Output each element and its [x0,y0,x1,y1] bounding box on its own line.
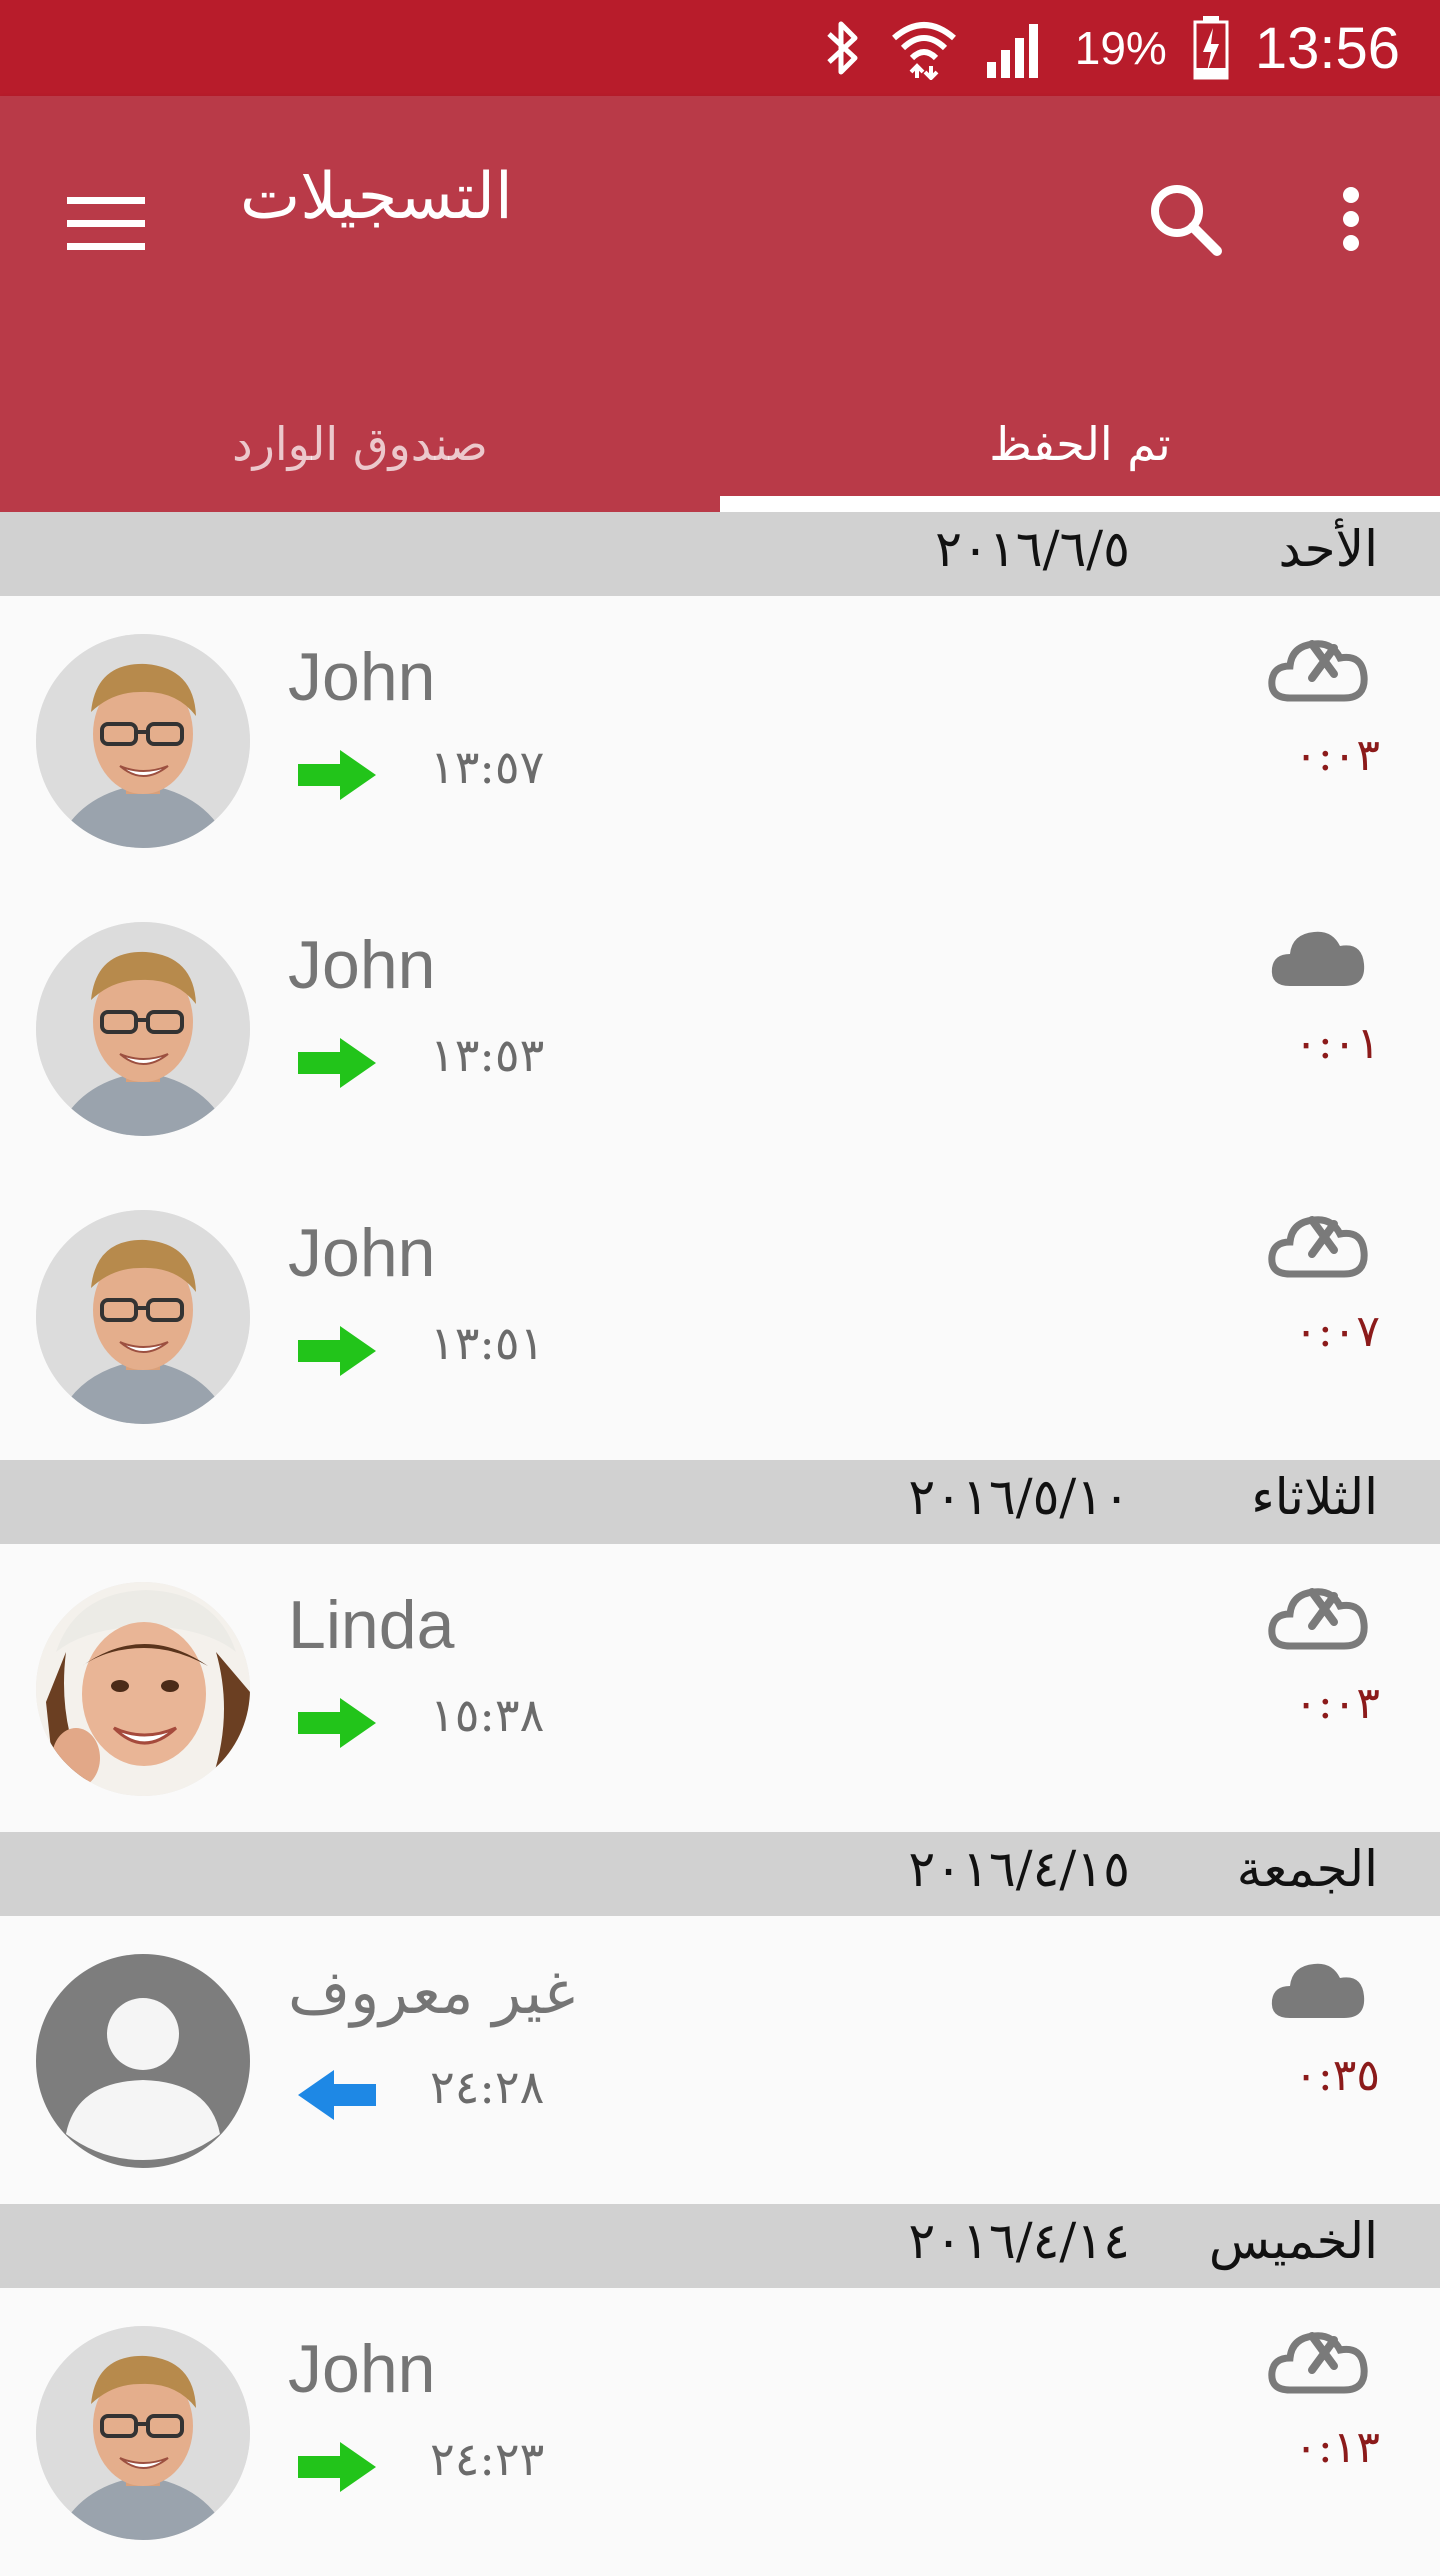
avatar[interactable] [36,634,250,848]
cloud-sync-button[interactable] [1268,634,1368,704]
recording-row[interactable]: John ١٣:٥٣ ٠:٠١ [0,884,1440,1172]
call-time: ١٣:٥١ [430,1316,545,1370]
recording-row[interactable]: غير معروف ٢٤:٢٨ ٠:٣٥ [0,1916,1440,2204]
clock: 13:56 [1254,15,1400,81]
contact-name: John [288,639,436,715]
contact-name: غير معروف [288,1958,576,2028]
cloud-synced-icon [1271,931,1365,986]
page-title: التسجيلات [240,160,513,234]
search-icon [1151,185,1222,256]
call-duration: ٠:١٣ [1294,2422,1380,2473]
section-date: ٢٠١٦/٤/١٥ [908,1840,1130,1898]
cloud-sync-button[interactable] [1268,922,1368,992]
contact-name: John [288,2331,436,2407]
tab-saved[interactable]: تم الحفظ [720,376,1440,512]
call-duration: ٠:٠١ [1294,1018,1380,1069]
call-direction [296,2068,378,2122]
section-header: الجمعة ٢٠١٦/٤/١٥ [0,1832,1440,1916]
bluetooth-icon [823,18,863,78]
section-day: الجمعة [1236,1840,1378,1898]
section-header: الخميس ٢٠١٦/٤/١٤ [0,2204,1440,2288]
section-header: الثلاثاء ٢٠١٦/٥/١٠ [0,1460,1440,1544]
avatar[interactable] [36,922,250,1136]
call-duration: ٠:٠٧ [1294,1306,1380,1357]
tab-indicator [720,496,1440,512]
outgoing-arrow-icon [298,1326,376,1376]
recording-row[interactable]: John ١٣:٥٧ ٠:٠٣ [0,596,1440,884]
recording-row[interactable]: John ٢٤:٢٣ ٠:١٣ [0,2288,1440,2576]
call-duration: ٠:٣٥ [1294,2050,1380,2101]
call-direction [296,1324,378,1378]
section-day: الأحد [1278,520,1378,578]
call-direction [296,748,378,802]
call-time: ١٣:٥٧ [430,740,545,794]
contact-name: John [288,1215,436,1291]
section-date: ٢٠١٦/٦/٥ [935,520,1130,578]
signal-icon [985,16,1049,80]
more-options-button[interactable] [1296,164,1406,274]
recording-row[interactable]: John ١٣:٥١ ٠:٠٧ [0,1172,1440,1460]
battery-charging-icon [1193,16,1229,80]
section-day: الخميس [1208,2212,1378,2270]
cloud-off-icon [1268,1588,1368,1650]
recordings-list: الأحد ٢٠١٦/٦/٥ John ١٣:٥٧ ٠:٠٣ John ١٣:٥… [0,512,1440,2576]
cloud-sync-button[interactable] [1268,2326,1368,2396]
avatar[interactable] [36,1210,250,1424]
outgoing-arrow-icon [298,1698,376,1748]
tab-inbox[interactable]: صندوق الوارد [0,376,720,512]
section-day: الثلاثاء [1251,1468,1378,1526]
incoming-arrow-icon [298,2070,376,2120]
more-vert-icon [1343,187,1359,251]
call-duration: ٠:٠٣ [1294,1678,1380,1729]
cloud-sync-button[interactable] [1268,1582,1368,1652]
menu-button[interactable] [56,174,156,274]
section-header: الأحد ٢٠١٦/٦/٥ [0,512,1440,596]
call-direction [296,1036,378,1090]
cloud-off-icon [1268,2332,1368,2394]
app-bar: التسجيلات صندوق الوارد تم الحفظ [0,96,1440,512]
outgoing-arrow-icon [298,1038,376,1088]
call-direction [296,2440,378,2494]
wifi-icon [889,16,959,80]
call-time: ١٥:٣٨ [430,1688,545,1742]
contact-name: John [288,927,436,1003]
hamburger-icon [67,197,145,250]
search-button[interactable] [1130,164,1240,274]
cloud-off-icon [1268,640,1368,702]
recording-row[interactable]: Linda ١٥:٣٨ ٠:٠٣ [0,1544,1440,1832]
status-bar: 19% 13:56 [0,0,1440,96]
cloud-synced-icon [1271,1963,1365,2018]
avatar[interactable] [36,1954,250,2168]
contact-name: Linda [288,1587,455,1663]
call-time: ٢٤:٢٣ [430,2432,545,2486]
battery-percent: 19% [1074,22,1167,74]
call-time: ٢٤:٢٨ [430,2060,545,2114]
call-duration: ٠:٠٣ [1294,730,1380,781]
avatar[interactable] [36,2326,250,2540]
outgoing-arrow-icon [298,2442,376,2492]
call-time: ١٣:٥٣ [430,1028,545,1082]
cloud-off-icon [1268,1216,1368,1278]
outgoing-arrow-icon [298,750,376,800]
section-date: ٢٠١٦/٥/١٠ [908,1468,1130,1526]
call-direction [296,1696,378,1750]
section-date: ٢٠١٦/٤/١٤ [908,2212,1130,2270]
cloud-sync-button[interactable] [1268,1954,1368,2024]
avatar[interactable] [36,1582,250,1796]
cloud-sync-button[interactable] [1268,1210,1368,1280]
